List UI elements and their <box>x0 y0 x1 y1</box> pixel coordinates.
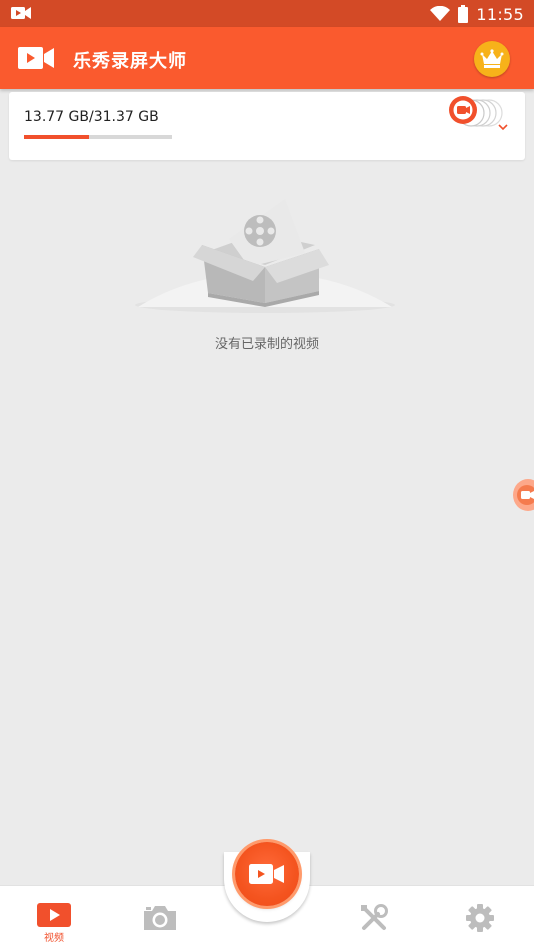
video-record-notification-icon <box>11 7 31 19</box>
chevron-down-icon <box>498 124 508 131</box>
empty-state-message: 没有已录制的视频 <box>214 337 319 352</box>
storage-progress-bar <box>24 135 172 139</box>
wifi-icon <box>430 6 451 21</box>
app-bar: 乐秀录屏大师 <box>0 27 534 89</box>
floating-record-button[interactable] <box>513 479 534 511</box>
nav-tab-settings[interactable] <box>460 886 500 950</box>
empty-box-film-reel-icon <box>135 199 395 313</box>
nav-tab-screenshots[interactable] <box>140 886 180 950</box>
nav-tab-videos[interactable]: 视频 <box>34 886 74 950</box>
record-mode-selector[interactable] <box>441 96 511 136</box>
status-bar: 11:55 <box>0 0 534 27</box>
storage-usage-text: 13.77 GB/31.37 GB <box>24 109 159 125</box>
status-time: 11:55 <box>476 4 524 24</box>
play-video-icon <box>37 903 71 927</box>
record-button-icon <box>449 96 477 124</box>
camera-icon <box>144 906 176 930</box>
storage-card: 13.77 GB/31.37 GB <box>9 92 525 160</box>
floating-record-icon <box>517 485 534 505</box>
storage-progress-fill <box>24 135 89 139</box>
gear-icon <box>466 904 494 932</box>
vip-crown-button[interactable] <box>474 41 510 77</box>
video-camera-record-icon <box>249 864 284 884</box>
app-title: 乐秀录屏大师 <box>73 51 187 72</box>
nav-tab-videos-label: 视频 <box>44 933 64 944</box>
tools-icon <box>361 904 388 930</box>
nav-tab-tools[interactable] <box>354 886 394 950</box>
start-recording-button[interactable] <box>235 842 299 906</box>
crown-icon <box>480 49 504 68</box>
video-camera-logo-icon <box>18 47 54 69</box>
battery-icon <box>458 5 469 23</box>
